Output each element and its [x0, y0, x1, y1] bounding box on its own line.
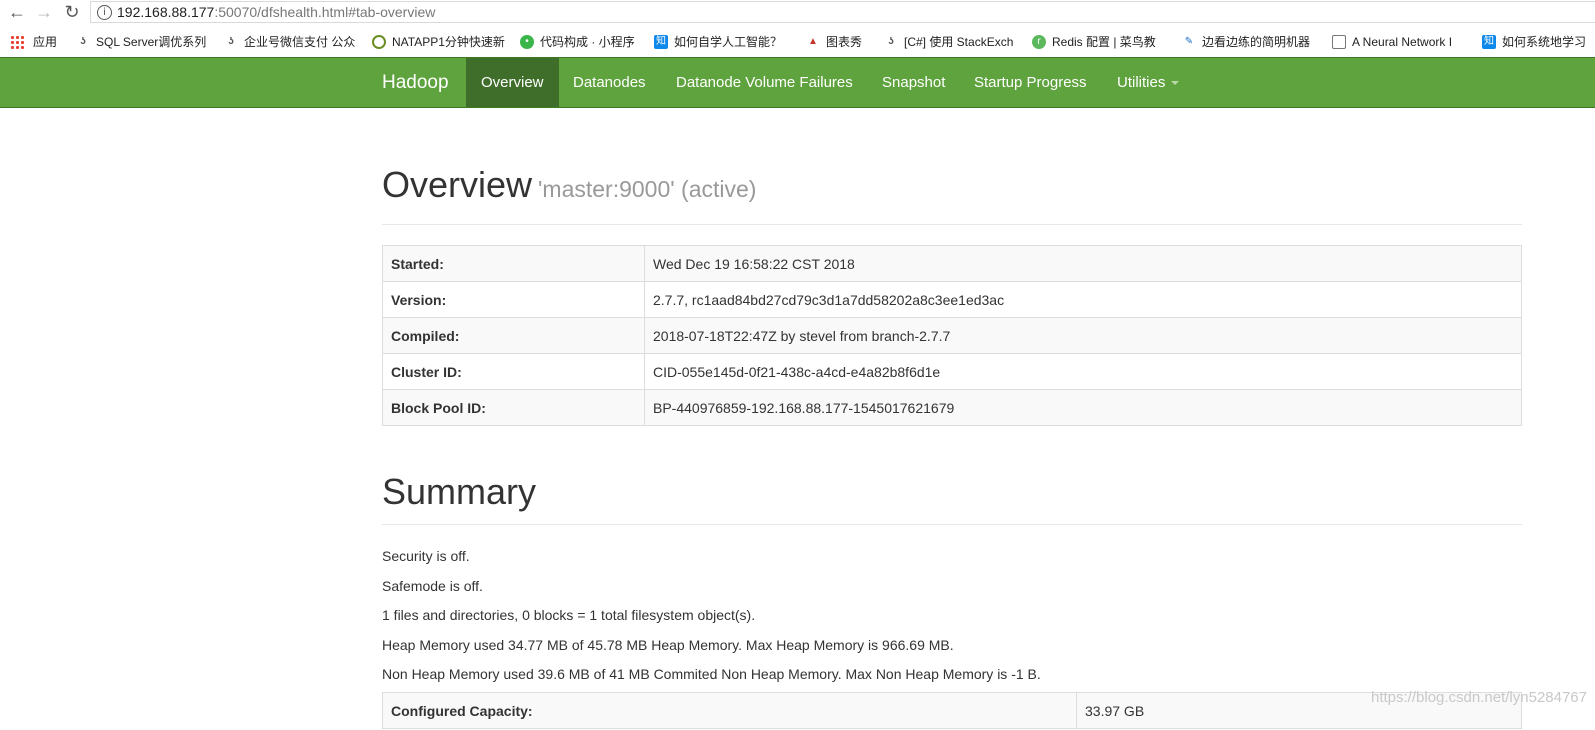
nav-startup-progress[interactable]: Startup Progress [959, 58, 1102, 107]
bookmark-item[interactable]: r Redis 配置 | 菜鸟教 [1032, 28, 1156, 56]
overview-table: Started: Wed Dec 19 16:58:22 CST 2018 Ver… [382, 245, 1522, 426]
csdn-icon: ʖ [228, 35, 234, 47]
nav-overview[interactable]: Overview [466, 58, 559, 107]
natapp-icon [372, 34, 386, 49]
watermark: https://blog.csdn.net/lyn5284767 [1371, 689, 1587, 706]
bookmark-apps[interactable]: 应用 [10, 28, 57, 56]
table-row: Compiled: 2018-07-18T22:47Z by stevel fro… [382, 317, 1522, 354]
reload-icon[interactable]: ↻ [61, 1, 83, 23]
page-icon [1332, 34, 1346, 49]
bookmark-item[interactable]: ▲ 图表秀 [806, 28, 862, 56]
capacity-table: Configured Capacity: 33.97 GB [382, 692, 1522, 729]
back-arrow-icon[interactable]: ← [6, 1, 28, 23]
table-row: Configured Capacity: 33.97 GB [382, 692, 1522, 729]
bookmark-item[interactable]: 知如何系统地学习 [1482, 28, 1586, 56]
nav-datanodes[interactable]: Datanodes [558, 58, 661, 107]
feather-icon: ✎ [1184, 35, 1194, 47]
info-icon[interactable]: i [97, 5, 112, 20]
forward-arrow-icon[interactable]: → [33, 1, 55, 23]
bookmark-item[interactable]: ʖ 企业号微信支付 公众 [224, 28, 355, 56]
bookmarks-bar: 应用 ʖ SQL Server调优系列 ʖ 企业号微信支付 公众 NATAPP1分钟… [0, 28, 1595, 56]
nav-snapshot[interactable]: Snapshot [867, 58, 960, 107]
table-row: Started: Wed Dec 19 16:58:22 CST 2018 [382, 245, 1522, 282]
security-status: Security is off. [382, 548, 470, 564]
summary-heading: Summary [382, 471, 537, 512]
safemode-status: Safemode is off. [382, 577, 483, 594]
bookmark-item[interactable]: • 代码构成 · 小程序 [520, 28, 635, 56]
non-heap-memory: Non Heap Memory used 39.6 MB of 41 MB Co… [382, 666, 1041, 683]
hadoop-navbar: Hadoop Overview Datanodes Datanode Volum… [0, 57, 1595, 108]
summary-lines: Security is off. Safemode is off. 1 file… [382, 542, 1041, 690]
address-bar[interactable]: i 192.168.88.177:50070/dfshealth.html#ta… [90, 1, 1595, 23]
table-row: Cluster ID: CID-055e145d-0f21-438c-a4cd-e… [382, 353, 1522, 390]
caret-down-icon [1171, 81, 1180, 86]
bookmark-item[interactable]: NATAPP1分钟快速新 [372, 28, 505, 56]
zhihu-icon: 知 [654, 34, 668, 49]
nav-datanode-volume-failures[interactable]: Datanode Volume Failures [661, 58, 868, 107]
zhihu-icon: 知 [1482, 34, 1496, 49]
page-title: Overview'master:9000' (active) [382, 164, 757, 205]
filesystem-objects: 1 files and directories, 0 blocks = 1 to… [382, 607, 756, 624]
csdn-icon: ʖ [80, 35, 86, 47]
navbar-brand[interactable]: Hadoop [382, 58, 449, 107]
divider [382, 524, 1522, 525]
apps-grid-icon [10, 34, 24, 49]
bookmark-item[interactable]: ʖ SQL Server调优系列 [76, 28, 206, 56]
chart-icon: ▲ [808, 35, 818, 47]
table-row: Version: 2.7.7, rc1aad84bd27cd79c3d1a7dd5… [382, 281, 1522, 318]
wechat-icon: • [520, 34, 534, 49]
browser-toolbar: ← → ↻ i 192.168.88.177:50070/dfshealth.h… [0, 0, 1595, 25]
bookmark-item[interactable]: ʖ [C#] 使用 StackExch [884, 28, 1013, 56]
csdn-icon: ʖ [888, 35, 894, 47]
bookmark-item[interactable]: ✎ 边看边练的简明机器 [1182, 28, 1310, 56]
nav-utilities[interactable]: Utilities [1102, 58, 1194, 107]
table-row: Block Pool ID: BP-440976859-192.168.88.17… [382, 389, 1522, 426]
bookmark-item[interactable]: A Neural Network I [1332, 28, 1452, 56]
heap-memory: Heap Memory used 34.77 MB of 45.78 MB He… [382, 636, 954, 653]
divider [382, 224, 1522, 225]
runoob-icon: r [1032, 34, 1046, 49]
page-subtitle: 'master:9000' (active) [538, 176, 757, 202]
url-text[interactable]: 192.168.88.177:50070/dfshealth.html#tab-… [117, 4, 435, 20]
bookmark-item[interactable]: 知如何自学人工智能？ [654, 28, 782, 56]
